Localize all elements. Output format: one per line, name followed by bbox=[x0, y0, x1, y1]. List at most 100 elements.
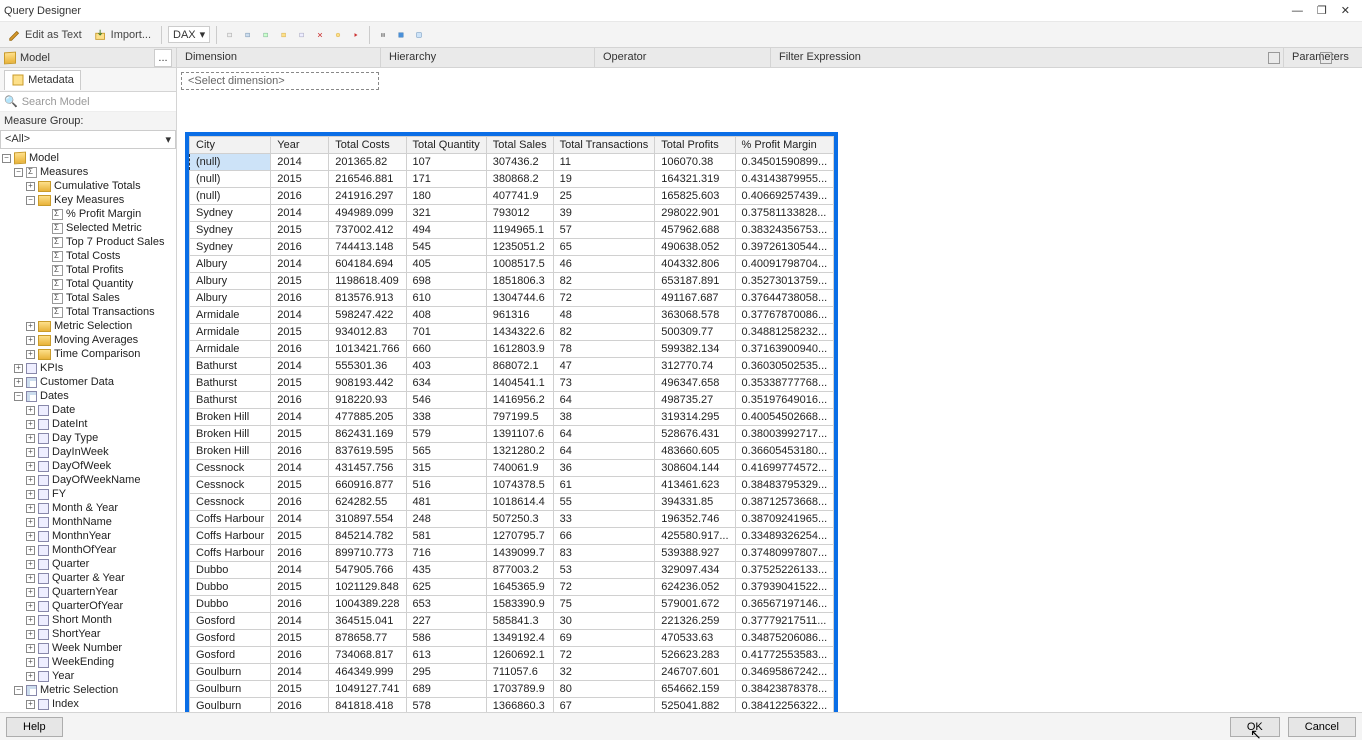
table-row[interactable]: Cessnock2015660916.8775161074378.5614134… bbox=[190, 477, 834, 494]
table-cell[interactable]: 201365.82 bbox=[329, 154, 406, 171]
table-row[interactable]: Bathurst2015908193.4426341404541.1734963… bbox=[190, 375, 834, 392]
table-cell[interactable]: 19 bbox=[553, 171, 655, 188]
tree-date-item[interactable]: +Quarter & Year bbox=[0, 571, 176, 585]
table-cell[interactable]: 66 bbox=[553, 528, 655, 545]
expand-icon[interactable]: + bbox=[26, 182, 35, 191]
table-cell[interactable]: 363068.578 bbox=[655, 307, 735, 324]
table-cell[interactable]: 464349.999 bbox=[329, 664, 406, 681]
table-cell[interactable]: 2014 bbox=[271, 613, 329, 630]
table-cell[interactable]: 1321280.2 bbox=[486, 443, 553, 460]
table-cell[interactable]: 78 bbox=[553, 341, 655, 358]
table-row[interactable]: Bathurst2016918220.935461416956.26449873… bbox=[190, 392, 834, 409]
table-cell[interactable]: 545 bbox=[406, 239, 486, 256]
expand-icon[interactable]: + bbox=[26, 504, 35, 513]
table-cell[interactable]: 698 bbox=[406, 273, 486, 290]
table-cell[interactable]: 241916.297 bbox=[329, 188, 406, 205]
table-cell[interactable]: 216546.881 bbox=[329, 171, 406, 188]
table-cell[interactable]: 500309.77 bbox=[655, 324, 735, 341]
table-cell[interactable]: Cessnock bbox=[190, 494, 271, 511]
column-header[interactable]: Total Transactions bbox=[553, 137, 655, 154]
edit-as-text-button[interactable]: Edit as Text bbox=[4, 26, 86, 44]
help-button[interactable]: Help bbox=[6, 717, 63, 737]
expand-icon[interactable]: + bbox=[26, 448, 35, 457]
table-cell[interactable]: Bathurst bbox=[190, 392, 271, 409]
table-cell[interactable]: 793012 bbox=[486, 205, 553, 222]
table-cell[interactable]: 555301.36 bbox=[329, 358, 406, 375]
table-cell[interactable]: 248 bbox=[406, 511, 486, 528]
table-cell[interactable]: 845214.782 bbox=[329, 528, 406, 545]
table-cell[interactable]: 498735.27 bbox=[655, 392, 735, 409]
table-cell[interactable]: Sydney bbox=[190, 239, 271, 256]
table-cell[interactable]: 0.36605453180... bbox=[735, 443, 834, 460]
table-cell[interactable]: 82 bbox=[553, 324, 655, 341]
table-cell[interactable]: 57 bbox=[553, 222, 655, 239]
table-cell[interactable]: Dubbo bbox=[190, 596, 271, 613]
table-cell[interactable]: 1366860.3 bbox=[486, 698, 553, 713]
table-cell[interactable]: 578 bbox=[406, 698, 486, 713]
table-cell[interactable]: 1270795.7 bbox=[486, 528, 553, 545]
metadata-tab[interactable]: Metadata bbox=[4, 70, 81, 90]
expand-icon[interactable]: + bbox=[26, 658, 35, 667]
run-icon[interactable] bbox=[349, 28, 363, 42]
table-cell[interactable]: 0.34881258232... bbox=[735, 324, 834, 341]
table-cell[interactable]: Armidale bbox=[190, 307, 271, 324]
table-cell[interactable]: Goulburn bbox=[190, 698, 271, 713]
table-row[interactable]: Cessnock2014431457.756315740061.93630860… bbox=[190, 460, 834, 477]
table-cell[interactable]: 546 bbox=[406, 392, 486, 409]
table-cell[interactable]: 0.37767870086... bbox=[735, 307, 834, 324]
table-cell[interactable]: 0.39726130544... bbox=[735, 239, 834, 256]
table-cell[interactable]: 634 bbox=[406, 375, 486, 392]
table-row[interactable]: Cessnock2016624282.554811018614.45539433… bbox=[190, 494, 834, 511]
table-cell[interactable]: 598247.422 bbox=[329, 307, 406, 324]
model-tree[interactable]: −Model−Measures+Cumulative Totals−Key Me… bbox=[0, 149, 176, 712]
table-cell[interactable]: Cessnock bbox=[190, 460, 271, 477]
table-cell[interactable]: Coffs Harbour bbox=[190, 528, 271, 545]
table-cell[interactable]: 407741.9 bbox=[486, 188, 553, 205]
table-cell[interactable]: 2014 bbox=[271, 205, 329, 222]
table-cell[interactable]: 0.38412256322... bbox=[735, 698, 834, 713]
table-cell[interactable]: 0.41772553583... bbox=[735, 647, 834, 664]
table-cell[interactable]: 106070.38 bbox=[655, 154, 735, 171]
table-cell[interactable]: 435 bbox=[406, 562, 486, 579]
table-cell[interactable]: 310897.554 bbox=[329, 511, 406, 528]
table-cell[interactable]: 1008517.5 bbox=[486, 256, 553, 273]
table-cell[interactable]: 0.35197649016... bbox=[735, 392, 834, 409]
cancel-button[interactable]: Cancel bbox=[1288, 717, 1356, 737]
table-cell[interactable]: 171 bbox=[406, 171, 486, 188]
tree-measure-item[interactable]: Selected Metric bbox=[0, 221, 176, 235]
table-row[interactable]: Goulburn2016841818.4185781366860.3675250… bbox=[190, 698, 834, 713]
table-cell[interactable]: 539388.927 bbox=[655, 545, 735, 562]
table-cell[interactable]: 490638.052 bbox=[655, 239, 735, 256]
table-cell[interactable]: Sydney bbox=[190, 205, 271, 222]
expand-icon[interactable]: + bbox=[26, 532, 35, 541]
table-cell[interactable]: 585841.3 bbox=[486, 613, 553, 630]
table-cell[interactable]: 654662.159 bbox=[655, 681, 735, 698]
table-cell[interactable]: 899710.773 bbox=[329, 545, 406, 562]
table-cell[interactable]: 295 bbox=[406, 664, 486, 681]
tree-date-item[interactable]: +Short Month bbox=[0, 613, 176, 627]
tree-cumulative-totals[interactable]: +Cumulative Totals bbox=[0, 179, 176, 193]
table-cell[interactable]: 403 bbox=[406, 358, 486, 375]
tree-date-item[interactable]: +DayOfWeekName bbox=[0, 473, 176, 487]
table-cell[interactable]: 1049127.741 bbox=[329, 681, 406, 698]
table-cell[interactable]: 494 bbox=[406, 222, 486, 239]
table-cell[interactable]: 1260692.1 bbox=[486, 647, 553, 664]
table-cell[interactable]: 1851806.3 bbox=[486, 273, 553, 290]
table-cell[interactable]: 0.40091798704... bbox=[735, 256, 834, 273]
table-cell[interactable]: 586 bbox=[406, 630, 486, 647]
collapse-icon[interactable]: − bbox=[14, 686, 23, 695]
toolbar-icon-7[interactable] bbox=[331, 28, 345, 42]
table-row[interactable]: Coffs Harbour2014310897.554248507250.333… bbox=[190, 511, 834, 528]
table-cell[interactable]: 30 bbox=[553, 613, 655, 630]
table-cell[interactable]: 72 bbox=[553, 647, 655, 664]
search-model-input[interactable]: 🔍 Search Model bbox=[0, 92, 176, 112]
tree-date-item[interactable]: +DayOfWeek bbox=[0, 459, 176, 473]
tree-date-item[interactable]: +MonthnYear bbox=[0, 529, 176, 543]
table-cell[interactable]: 2015 bbox=[271, 171, 329, 188]
table-cell[interactable]: Dubbo bbox=[190, 579, 271, 596]
tree-date-item[interactable]: +DateInt bbox=[0, 417, 176, 431]
tree-customer-data[interactable]: +Customer Data bbox=[0, 375, 176, 389]
tree-key-measures[interactable]: −Key Measures bbox=[0, 193, 176, 207]
table-cell[interactable]: Bathurst bbox=[190, 358, 271, 375]
table-cell[interactable]: 1612803.9 bbox=[486, 341, 553, 358]
